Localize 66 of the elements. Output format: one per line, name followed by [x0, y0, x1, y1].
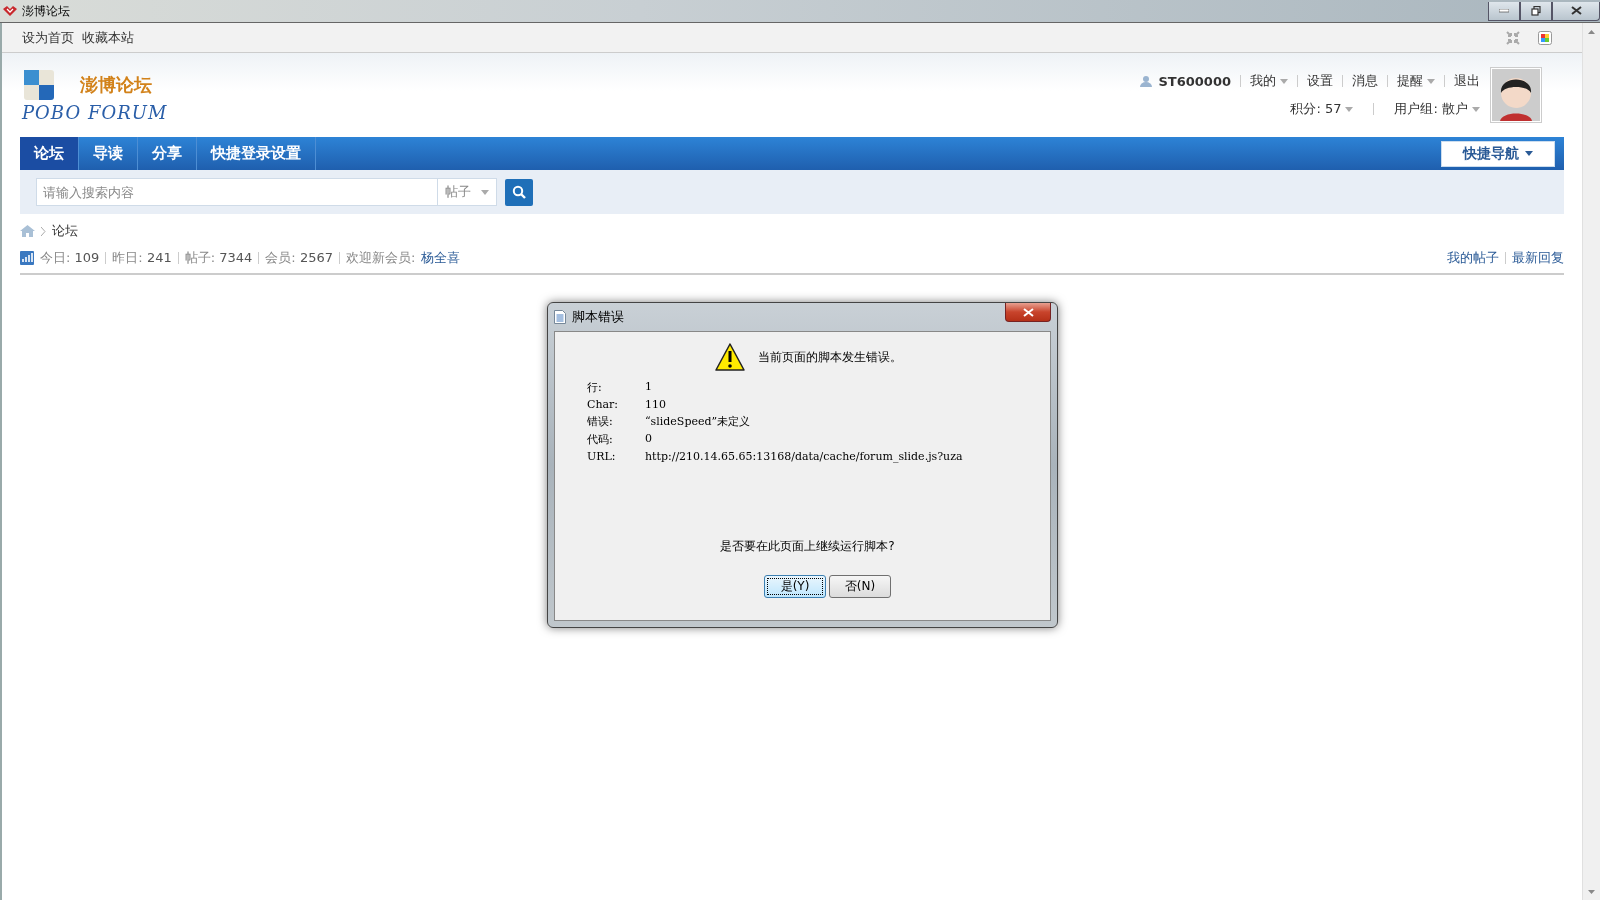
- detail-value: http://210.14.65.65:13168/data/cache/forum_slide.js?uza: [645, 450, 964, 463]
- stat-text: 今日: 109: [40, 249, 100, 267]
- user-info-link[interactable]: 用户组: 散户: [1394, 100, 1480, 118]
- logo-title: 澎博论坛: [79, 73, 153, 97]
- nav-tab[interactable]: 论坛: [20, 137, 79, 170]
- close-button[interactable]: [1552, 1, 1600, 21]
- dialog-button[interactable]: 否(N): [829, 575, 891, 598]
- error-message: 当前页面的脚本发生错误。: [757, 348, 902, 366]
- chevron-icon: [41, 226, 46, 236]
- user-menu-link[interactable]: 退出: [1454, 72, 1480, 90]
- detail-value: 1: [645, 380, 653, 395]
- detail-label: URL:: [587, 450, 617, 463]
- detail-value: 110: [645, 398, 667, 411]
- color-palette-icon[interactable]: [1538, 30, 1552, 45]
- top-link[interactable]: 设为首页: [22, 28, 74, 47]
- new-member-label: 欢迎新会员:: [345, 249, 416, 267]
- search-field[interactable]: 请输入搜索内容: [36, 178, 438, 206]
- search-icon: [512, 185, 526, 199]
- caret-icon: [481, 189, 489, 195]
- question-text: 是否要在此页面上继续运行脚本?: [719, 538, 896, 555]
- caret-icon: [1345, 106, 1354, 112]
- caret-icon: [1427, 78, 1435, 84]
- minimize-button[interactable]: [1488, 1, 1520, 21]
- search-scope-dropdown[interactable]: 帖子: [437, 178, 497, 206]
- top-link[interactable]: 收藏本站: [82, 28, 134, 47]
- avatar: [1490, 67, 1542, 123]
- caret-icon: [1280, 78, 1288, 84]
- restore-icon: [1531, 5, 1541, 16]
- search-button[interactable]: [505, 178, 533, 206]
- warning-icon: [713, 342, 746, 372]
- user-menu-link[interactable]: 消息: [1352, 72, 1378, 90]
- detail-label: Char:: [587, 398, 620, 411]
- window-title: 澎博论坛: [22, 2, 70, 20]
- dialog-button[interactable]: 是(Y): [764, 575, 826, 598]
- username-link[interactable]: ST600000: [1158, 73, 1231, 89]
- minimize-icon: [1499, 8, 1509, 13]
- quick-link[interactable]: 最新回复: [1512, 249, 1564, 267]
- logo-icon: [22, 68, 56, 102]
- detail-label: 错误:: [587, 414, 614, 429]
- quick-nav-button[interactable]: 快捷导航: [1441, 140, 1555, 167]
- user-info-link[interactable]: 积分: 57: [1290, 100, 1354, 118]
- user-icon: [1140, 75, 1153, 87]
- caret-icon: [1472, 106, 1480, 112]
- member-link[interactable]: 杨全喜: [421, 249, 461, 267]
- restore-button[interactable]: [1520, 1, 1552, 21]
- chart-icon: [20, 251, 34, 265]
- quick-link[interactable]: 我的帖子: [1447, 249, 1499, 267]
- caret-icon: [1525, 151, 1533, 156]
- user-menu-link[interactable]: 设置: [1307, 72, 1333, 90]
- user-menu-link[interactable]: 我的: [1250, 72, 1288, 90]
- breadcrumb-link[interactable]: 论坛: [52, 222, 78, 240]
- detail-label: 代码:: [587, 432, 614, 447]
- app-icon: [2, 5, 18, 17]
- user-menu-link[interactable]: 提醒: [1397, 72, 1435, 90]
- detail-label: 行:: [587, 380, 603, 395]
- close-icon: [1570, 6, 1582, 15]
- document-icon: [554, 310, 566, 324]
- detail-value: “slideSpeed”未定义: [645, 414, 752, 429]
- stat-text: 会员: 2567: [265, 249, 333, 267]
- stat-text: 帖子: 7344: [184, 249, 253, 267]
- dialog-close-button[interactable]: [1005, 303, 1051, 322]
- logo-subtitle: POBO FORUM: [22, 104, 168, 122]
- stat-text: 昨日: 241: [112, 249, 172, 267]
- close-icon: [1022, 307, 1034, 317]
- detail-value: 0: [645, 432, 653, 447]
- dialog-title: 脚本错误: [572, 308, 624, 326]
